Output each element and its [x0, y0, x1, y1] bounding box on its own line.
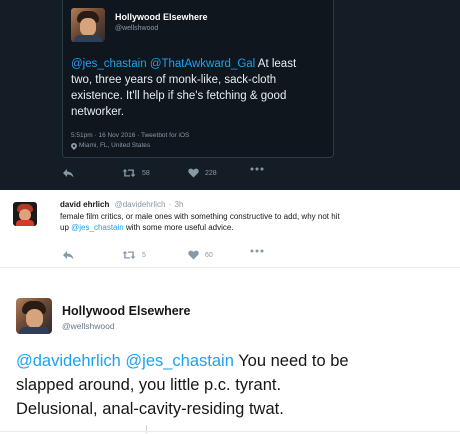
- tweet-actions: 5 60: [62, 249, 362, 264]
- embedded-tweet-panel: Hollywood Elsewhere @wellshwood @jes_cha…: [0, 0, 460, 190]
- divider: [0, 431, 460, 432]
- reply-button[interactable]: [62, 250, 74, 260]
- avatar[interactable]: [16, 298, 52, 334]
- tweet-meta: 5:51pm · 16 Nov 2016 · Tweetbot for iOS …: [71, 131, 189, 151]
- mention-link[interactable]: @davidehrlich: [16, 352, 121, 370]
- more-button[interactable]: [250, 167, 264, 171]
- like-count: 60: [205, 251, 213, 259]
- mention-link[interactable]: @jes_chastain: [125, 352, 233, 370]
- tweet-text-segment: At least: [257, 58, 297, 70]
- tweet-text-line: two, three years of monk-like, sack-clot…: [71, 74, 277, 86]
- retweet-button[interactable]: 58: [122, 168, 150, 178]
- retweet-icon: [122, 168, 136, 178]
- tweet-text-segment: You need to be: [238, 352, 349, 370]
- retweet-count: 5: [142, 251, 146, 259]
- like-button[interactable]: 228: [188, 168, 217, 178]
- tweet-actions: 58 228: [62, 167, 362, 184]
- like-button[interactable]: 60: [188, 250, 213, 260]
- tweet-time[interactable]: 3h: [175, 200, 184, 209]
- separator: ·: [168, 200, 172, 209]
- more-icon: [250, 167, 264, 171]
- tweet-text-line: existence. It'll help if she's fetching …: [71, 90, 287, 102]
- author-name[interactable]: david ehrlich: [60, 200, 109, 209]
- tweet-text: @jes_chastain @ThatAwkward_Gal At least …: [71, 56, 333, 120]
- reply-icon: [62, 168, 74, 178]
- retweet-count: 58: [142, 169, 150, 177]
- reply-icon: [62, 250, 74, 260]
- location-pin-icon: [71, 142, 77, 150]
- author-handle[interactable]: @davidehrlich: [115, 200, 166, 209]
- avatar[interactable]: [71, 8, 105, 42]
- tweet-text-line: slapped around, you little p.c. tyrant.: [16, 376, 282, 394]
- main-tweet: Hollywood Elsewhere @wellshwood @davideh…: [0, 269, 460, 434]
- embedded-tweet-card: Hollywood Elsewhere @wellshwood @jes_cha…: [62, 0, 334, 158]
- like-count: 228: [205, 169, 217, 177]
- retweet-button[interactable]: 5: [122, 250, 146, 260]
- tweet-text-segment: with some more useful advice.: [125, 223, 234, 232]
- tweet-location[interactable]: Miami, FL, United States: [79, 141, 150, 151]
- reply-button[interactable]: [62, 168, 74, 178]
- author-name[interactable]: Hollywood Elsewhere: [62, 304, 191, 318]
- mention-link[interactable]: @jes_chastain: [71, 223, 124, 232]
- tweet-text: @davidehrlich @jes_chastain You need to …: [16, 349, 456, 421]
- tweet-text-line: Delusional, anal-cavity-residing twat.: [16, 400, 284, 418]
- author-handle[interactable]: @wellshwood: [115, 25, 158, 32]
- mention-link[interactable]: @jes_chastain: [71, 58, 147, 70]
- avatar[interactable]: [13, 202, 37, 226]
- more-button[interactable]: [250, 249, 264, 253]
- reply-header: david ehrlich @davidehrlich · 3h: [60, 200, 183, 209]
- like-icon: [188, 168, 199, 178]
- author-handle[interactable]: @wellshwood: [62, 321, 115, 331]
- mention-link[interactable]: @ThatAwkward_Gal: [150, 58, 255, 70]
- author-name[interactable]: Hollywood Elsewhere: [115, 12, 208, 22]
- tweet-text-line: female film critics, or male ones with s…: [60, 212, 340, 221]
- more-icon: [250, 249, 264, 253]
- tweet-timestamp[interactable]: 5:51pm · 16 Nov 2016 · Tweetbot for iOS: [71, 131, 189, 141]
- tweet-text-line: networker.: [71, 106, 125, 118]
- retweet-icon: [122, 250, 136, 260]
- tweet-text: female film critics, or male ones with s…: [60, 211, 450, 233]
- tweet-text-segment: up: [60, 223, 69, 232]
- like-icon: [188, 250, 199, 260]
